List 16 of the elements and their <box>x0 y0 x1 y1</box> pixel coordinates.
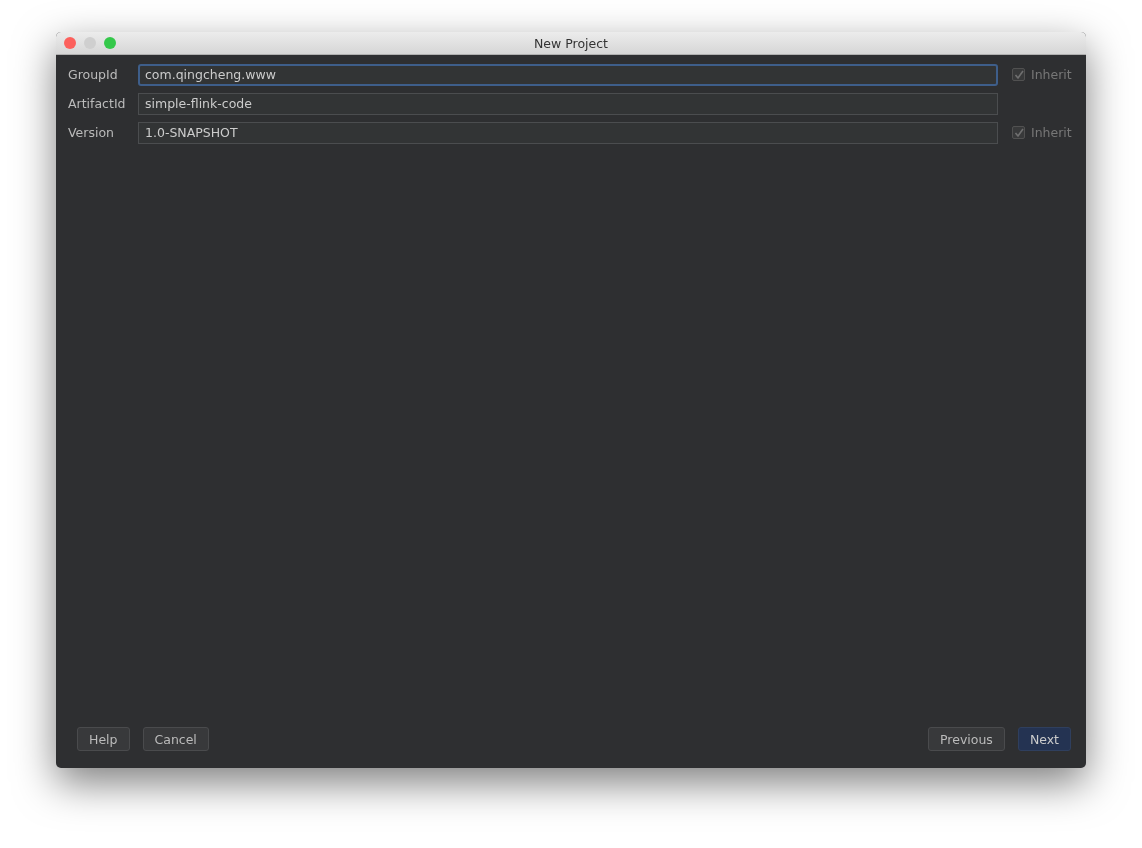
dialog-button[interactable]: Cancel <box>142 727 209 751</box>
zoom-button[interactable] <box>104 37 116 49</box>
dialog-button[interactable]: Next <box>1017 727 1071 751</box>
text-field[interactable]: com.qingcheng.www <box>138 63 998 86</box>
close-button[interactable] <box>64 37 76 49</box>
field-label: Version <box>68 125 115 140</box>
window-title: New Project <box>534 35 608 51</box>
inherit-label: Inherit <box>1031 125 1072 140</box>
text-field[interactable]: simple-flink-code <box>138 92 998 115</box>
field-label: ArtifactId <box>68 96 127 111</box>
dialog-button[interactable]: Help <box>77 727 130 751</box>
text-field[interactable]: 1.0-SNAPSHOT <box>138 121 998 144</box>
field-label: GroupId <box>68 67 119 82</box>
inherit-label: Inherit <box>1031 67 1072 82</box>
dialog-button[interactable]: Previous <box>928 727 1005 751</box>
minimize-button[interactable] <box>84 37 96 49</box>
